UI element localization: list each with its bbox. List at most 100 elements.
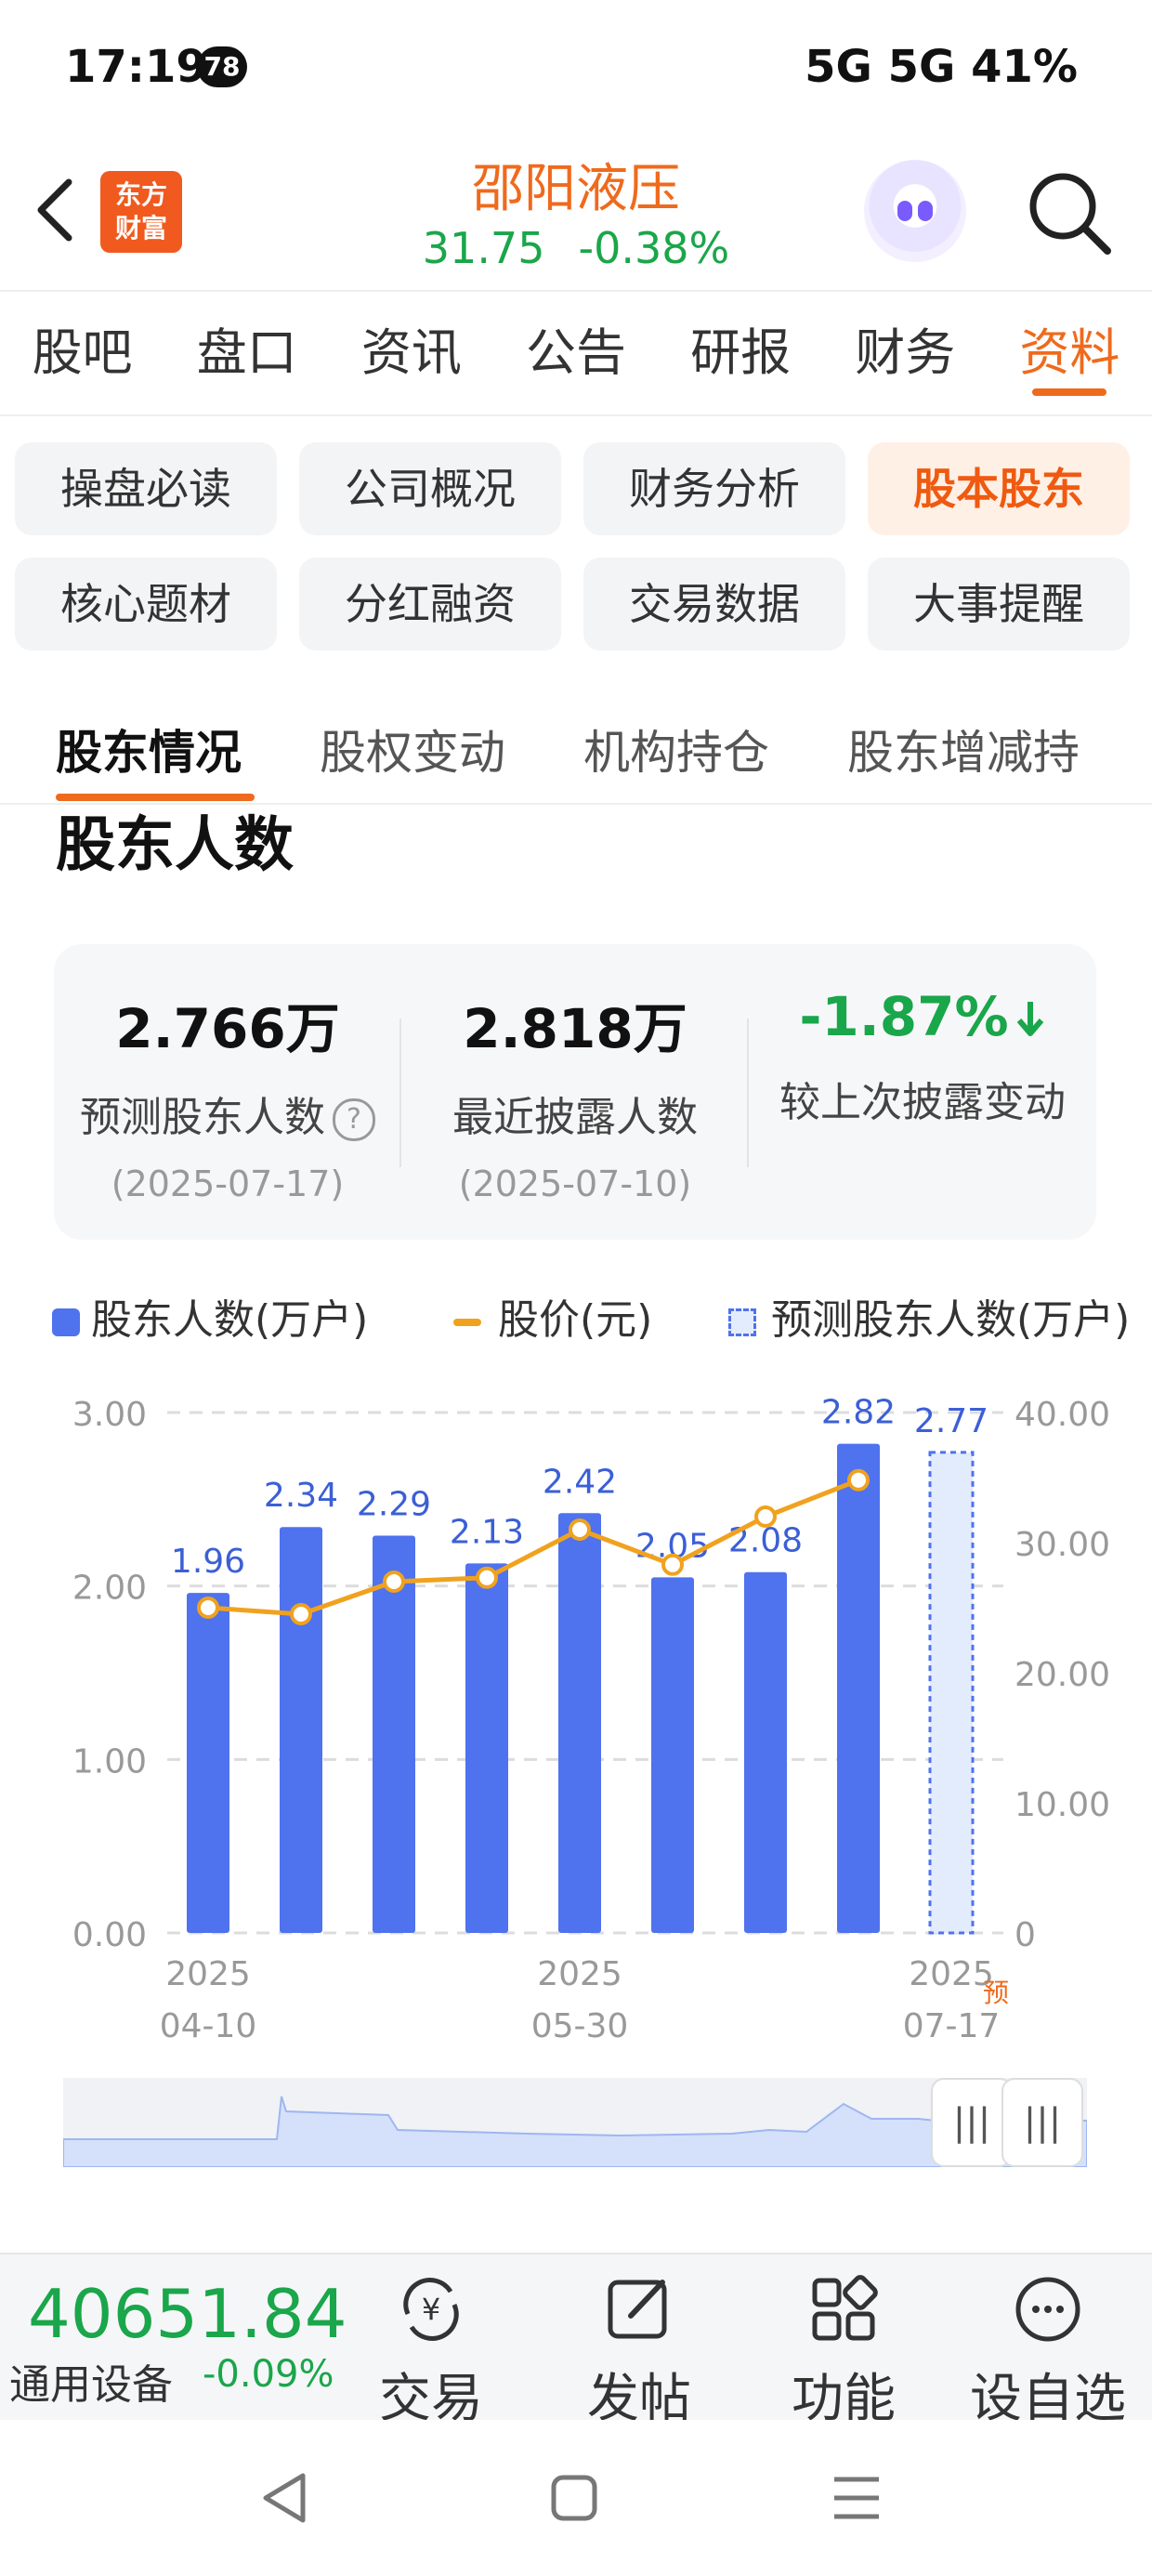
- nav-menu-icon[interactable]: [829, 2470, 884, 2526]
- x-tick-date: 07-17: [903, 2007, 1001, 2045]
- section-tabs: 股东情况 股权变动 机构持仓 股东增减持: [0, 688, 1152, 799]
- sub-menu-item[interactable]: 分红融资: [299, 558, 561, 651]
- price-point: [847, 1468, 870, 1492]
- sub-menu-item[interactable]: 核心题材: [15, 558, 277, 651]
- holder-bar: [651, 1577, 694, 1933]
- price-point: [476, 1566, 498, 1589]
- holder-bar: [837, 1443, 880, 1933]
- stat-value: 2.818万: [463, 997, 687, 1060]
- price-point: [197, 1597, 219, 1619]
- stock-change: -0.38%: [578, 223, 730, 273]
- status-bar: 17:19 78 5G 5G 41%: [0, 0, 1152, 139]
- add-watchlist-button[interactable]: 设自选: [964, 2267, 1132, 2432]
- stat-change: -1.87% 较上次披露变动: [749, 985, 1096, 1128]
- price-point: [290, 1603, 312, 1625]
- stock-quote: 31.75 -0.38%: [0, 223, 1152, 273]
- stat-value: -1.87%: [799, 985, 1009, 1048]
- svg-text:¥: ¥: [422, 2292, 440, 2327]
- holders-chart[interactable]: 3.00 2.00 1.00 0.00 40.00 30.00 20.00 10.00 0 1.9…: [0, 1375, 1152, 2063]
- dashed-swatch-icon: [728, 1308, 756, 1336]
- stock-price: 31.75: [422, 223, 545, 273]
- bar-value-label: 2.34: [264, 1477, 338, 1515]
- y-tick-label-right: 10.00: [1015, 1786, 1110, 1824]
- y-tick-label-right: 30.00: [1015, 1526, 1110, 1564]
- sub-menu-item[interactable]: 大事提醒: [868, 558, 1130, 651]
- stat-latest: 2.818万 最近披露人数 (2025-07-10): [401, 985, 749, 1204]
- x-tick-year: 2025: [165, 1955, 251, 1993]
- section-title: 股东人数: [56, 811, 294, 880]
- holder-bar: [465, 1563, 508, 1933]
- legend-holders[interactable]: 股东人数(万户): [52, 1286, 368, 1346]
- bar-swatch-icon: [52, 1308, 80, 1336]
- x-tick-year: 2025: [909, 1955, 994, 1993]
- stat-date: (2025-07-10): [458, 1163, 692, 1204]
- search-icon[interactable]: [1022, 165, 1115, 258]
- tab-pankou[interactable]: 盘口: [164, 297, 329, 409]
- main-tabs: 股吧 盘口 资讯 公告 研报 财务 资料: [0, 297, 1152, 409]
- stat-predicted: 2.766万 预测股东人数? (2025-07-17): [54, 985, 401, 1204]
- legend-price[interactable]: 股价(元): [453, 1286, 652, 1346]
- holder-bar: [280, 1527, 322, 1933]
- bar-value-label: 1.96: [171, 1543, 245, 1581]
- tab-news[interactable]: 资讯: [329, 297, 493, 409]
- x-tick-date: 05-30: [531, 2007, 629, 2045]
- bar-value-label: 2.42: [543, 1463, 617, 1501]
- index-value[interactable]: 40651.84: [28, 2275, 347, 2353]
- stat-label: 较上次披露变动: [779, 1079, 1066, 1126]
- range-handle-left[interactable]: |||: [931, 2078, 1013, 2167]
- stat-label: 预测股东人数: [80, 1094, 325, 1141]
- stat-date: (2025-07-17): [111, 1163, 345, 1204]
- y-tick-label-right: 40.00: [1015, 1396, 1110, 1434]
- post-button[interactable]: 发帖: [556, 2267, 723, 2432]
- chart-range-minimap[interactable]: ||| |||: [63, 2078, 1087, 2167]
- forecast-value-label: 2.77: [914, 1402, 988, 1440]
- holder-bar: [187, 1593, 229, 1933]
- section-tab-equity-change[interactable]: 股权变动: [320, 716, 505, 782]
- summary-card: 2.766万 预测股东人数? (2025-07-17) 2.818万 最近披露人…: [54, 944, 1096, 1240]
- price-point: [661, 1553, 684, 1576]
- stat-label: 最近披露人数: [452, 1094, 698, 1141]
- trade-button[interactable]: ¥ 交易: [347, 2267, 515, 2432]
- y-tick-label-right: 20.00: [1015, 1656, 1110, 1694]
- y-tick-label-left: 3.00: [72, 1396, 147, 1434]
- bar-value-label: 2.29: [357, 1486, 431, 1524]
- sub-menu-grid: 操盘必读 公司概况 财务分析 股本股东 核心题材 分红融资 交易数据 大事提醒: [15, 442, 1137, 651]
- index-name[interactable]: 通用设备: [9, 2351, 173, 2411]
- sub-menu-item[interactable]: 公司概况: [299, 442, 561, 535]
- x-tick-date: 04-10: [160, 2007, 257, 2045]
- edit-icon: [608, 2280, 667, 2339]
- help-icon[interactable]: ?: [333, 1098, 375, 1141]
- arrow-down-icon: [1016, 1002, 1043, 1036]
- holder-bar: [744, 1571, 787, 1933]
- tab-research[interactable]: 研报: [659, 297, 823, 409]
- sub-menu-item-active[interactable]: 股本股东: [868, 442, 1130, 535]
- x-tick-year: 2025: [537, 1955, 622, 1993]
- price-point: [754, 1505, 777, 1528]
- section-tab-holding-change[interactable]: 股东增减持: [847, 716, 1080, 782]
- range-handle-right[interactable]: |||: [1001, 2078, 1083, 2167]
- y-tick-label-right: 0: [1015, 1916, 1036, 1954]
- forecast-bar: [928, 1451, 975, 1935]
- section-tab-institutions[interactable]: 机构持仓: [583, 716, 769, 782]
- stock-name: 邵阳液压: [472, 159, 680, 219]
- functions-button[interactable]: 功能: [760, 2267, 927, 2432]
- section-tab-holders[interactable]: 股东情况: [56, 716, 242, 782]
- sub-menu-item[interactable]: 交易数据: [583, 558, 845, 651]
- nav-back-icon[interactable]: [256, 2468, 312, 2528]
- y-tick-label-left: 2.00: [72, 1570, 147, 1608]
- tab-profile[interactable]: 资料: [988, 297, 1152, 409]
- nav-home-icon[interactable]: [546, 2470, 602, 2526]
- status-time: 17:19: [65, 41, 207, 93]
- bar-value-label: 2.13: [450, 1513, 524, 1551]
- sub-menu-item[interactable]: 操盘必读: [15, 442, 277, 535]
- sub-menu-item[interactable]: 财务分析: [583, 442, 845, 535]
- tab-finance[interactable]: 财务: [823, 297, 988, 409]
- forecast-marker: 预: [983, 1978, 1009, 2008]
- tab-announcement[interactable]: 公告: [493, 297, 658, 409]
- y-tick-label-left: 0.00: [72, 1916, 147, 1954]
- holder-bar: [558, 1513, 601, 1933]
- tab-guba[interactable]: 股吧: [0, 297, 164, 409]
- robot-avatar-icon[interactable]: [864, 160, 966, 262]
- legend-predicted[interactable]: 预测股东人数(万户): [728, 1286, 1130, 1346]
- price-point: [383, 1571, 405, 1593]
